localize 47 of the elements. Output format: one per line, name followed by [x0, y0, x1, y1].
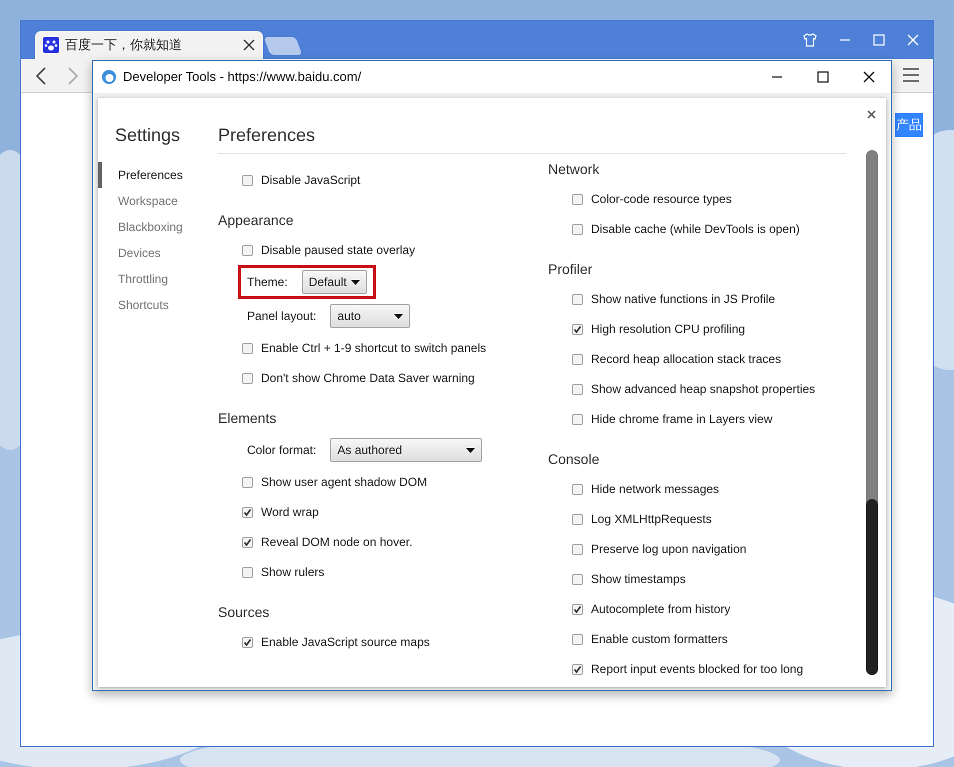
field-label: Theme: [247, 274, 288, 291]
checkbox-label: Reveal DOM node on hover. [261, 534, 412, 551]
section-heading: Console [548, 450, 600, 468]
field-label: Color format: [247, 442, 316, 459]
checkbox-label: Show native functions in JS Profile [591, 291, 776, 308]
section-heading: Profiler [548, 260, 592, 278]
sidebar-item[interactable]: Shortcuts [98, 292, 218, 318]
checkbox-label: Report input events blocked for too long [591, 661, 804, 678]
sidebar-item[interactable]: Throttling [98, 266, 218, 292]
checkbox-label: Disable paused state overlay [261, 242, 416, 259]
sidebar-item[interactable]: Preferences [98, 162, 218, 188]
field-label: Panel layout: [247, 308, 316, 325]
section-heading: Sources [218, 602, 270, 622]
page-heading: Preferences [218, 124, 316, 146]
window-title: Developer Tools - https://www.baidu.com/ [123, 68, 362, 86]
section-heading: Elements [218, 408, 276, 428]
browser-tab[interactable]: 百度一下，你就知道 [35, 31, 263, 59]
checkbox-label: Disable JavaScript [261, 172, 360, 189]
checkbox-label: High resolution CPU profiling [591, 321, 746, 338]
checkbox-label: Hide chrome frame in Layers view [591, 411, 772, 428]
sidebar-item[interactable]: Workspace [98, 188, 218, 214]
checkbox-label: Show rulers [261, 564, 324, 581]
page-button[interactable]: 产品 [895, 113, 923, 137]
checkbox-label: Hide network messages [591, 481, 720, 498]
sidebar-item[interactable]: Devices [98, 240, 218, 266]
checkbox-label: Preserve log upon navigation [591, 541, 746, 558]
checkbox-label: Enable Ctrl + 1-9 shortcut to switch panels [261, 340, 486, 357]
checkbox-label: Disable cache (while DevTools is open) [591, 221, 800, 238]
checkbox-label: Show user agent shadow DOM [261, 474, 428, 491]
select-field[interactable]: As authored [330, 438, 482, 462]
checkbox-label: Record heap allocation stack traces [591, 351, 782, 368]
checkbox-label: Don't show Chrome Data Saver warning [261, 370, 475, 387]
checkbox-label: Enable custom formatters [591, 631, 728, 648]
checkbox-label: Color-code resource types [591, 191, 732, 208]
checkbox-label: Enable JavaScript source maps [261, 634, 430, 651]
checkbox-label: Show advanced heap snapshot properties [591, 381, 816, 398]
select-field[interactable]: Default [302, 270, 367, 294]
settings-title: Settings [114, 124, 182, 146]
section-heading: Network [548, 160, 600, 178]
checkbox-label: Log XMLHttpRequests [591, 511, 712, 528]
tab-title: 百度一下，你就知道 [65, 36, 183, 54]
section-heading: Appearance [218, 210, 294, 230]
checkbox-label: Word wrap [261, 504, 319, 521]
checkbox-label: Show timestamps [591, 571, 686, 588]
sidebar-item[interactable]: Blackboxing [98, 214, 218, 240]
checkbox-label: Autocomplete from history [591, 601, 730, 618]
select-field[interactable]: auto [330, 304, 410, 328]
